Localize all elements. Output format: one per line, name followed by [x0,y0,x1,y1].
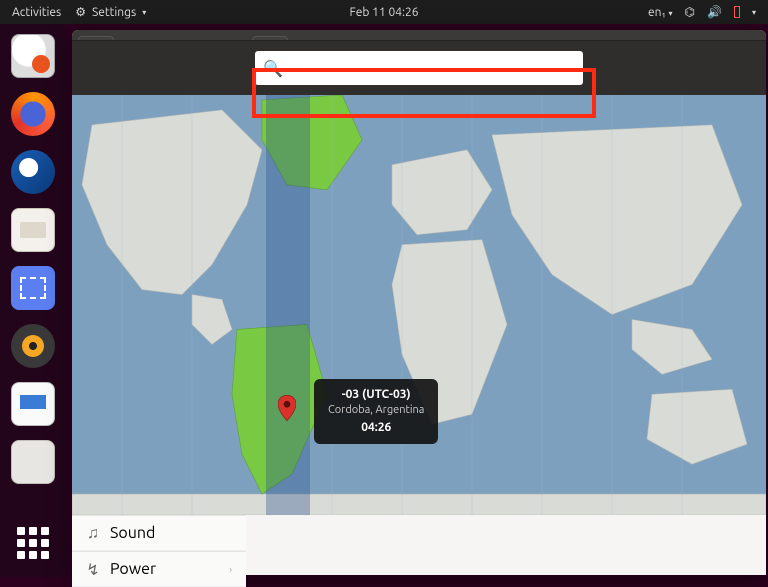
volume-icon[interactable]: 🔊 [707,5,722,19]
timezone-location: Cordoba, Argentina [328,403,424,418]
timezone-search-input[interactable] [289,60,575,76]
world-map-svg [72,95,766,515]
timezone-name: -03 (UTC-03) [328,387,424,403]
chevron-right-icon: › [229,564,232,575]
timezone-tooltip: -03 (UTC-03) Cordoba, Argentina 04:26 [314,379,438,444]
panel-clock[interactable]: Feb 11 04:26 [349,6,418,19]
note-icon: ♫ [86,524,100,543]
app-menu[interactable]: ⚙ Settings ▾ [75,5,146,19]
dock-item-files[interactable] [11,208,55,252]
chevron-down-icon: ▾ [669,9,673,18]
sidebar-item-power[interactable]: ↯ Power › [72,551,246,587]
dock-item-thunderbird[interactable] [11,150,55,194]
search-icon: 🔍 [263,59,283,78]
chevron-down-icon[interactable]: ▾ [752,8,756,17]
dock-item-libreoffice-writer[interactable] [11,382,55,426]
dock-item-firefox[interactable] [11,92,55,136]
sidebar-item-label: Power [110,560,156,578]
timezone-search-field[interactable]: 🔍 [255,51,583,85]
dock-item-screenshot[interactable] [11,266,55,310]
sidebar-item-sound[interactable]: ♫ Sound [72,515,246,551]
sidebar-partial: ♫ Sound ↯ Power › [72,515,246,587]
bolt-icon: ↯ [86,560,100,579]
gear-icon: ⚙ [75,5,86,19]
dock-item-rhythmbox[interactable] [11,324,55,368]
input-language-label: en₁ [648,6,666,19]
battery-icon[interactable] [734,6,740,18]
network-icon[interactable]: ⌬ [685,5,695,19]
sidebar-item-label: Sound [110,524,155,542]
dock-item-ubiquity[interactable] [11,34,55,78]
location-pin-icon [278,395,296,421]
timezone-search-bar: 🔍 [72,41,766,95]
dock [0,24,66,577]
timezone-picker: 🔍 [72,40,766,515]
selected-timezone-band [266,95,310,515]
top-panel: Activities ⚙ Settings ▾ Feb 11 04:26 en₁… [0,0,768,24]
timezone-time: 04:26 [328,420,424,436]
dock-item-software[interactable] [11,440,55,484]
activities-button[interactable]: Activities [12,6,61,19]
chevron-down-icon: ▾ [142,8,146,17]
dock-show-applications[interactable] [11,521,55,565]
app-menu-label: Settings [92,6,136,19]
input-language-indicator[interactable]: en₁ ▾ [648,6,673,19]
timezone-map[interactable]: -03 (UTC-03) Cordoba, Argentina 04:26 [72,95,766,515]
